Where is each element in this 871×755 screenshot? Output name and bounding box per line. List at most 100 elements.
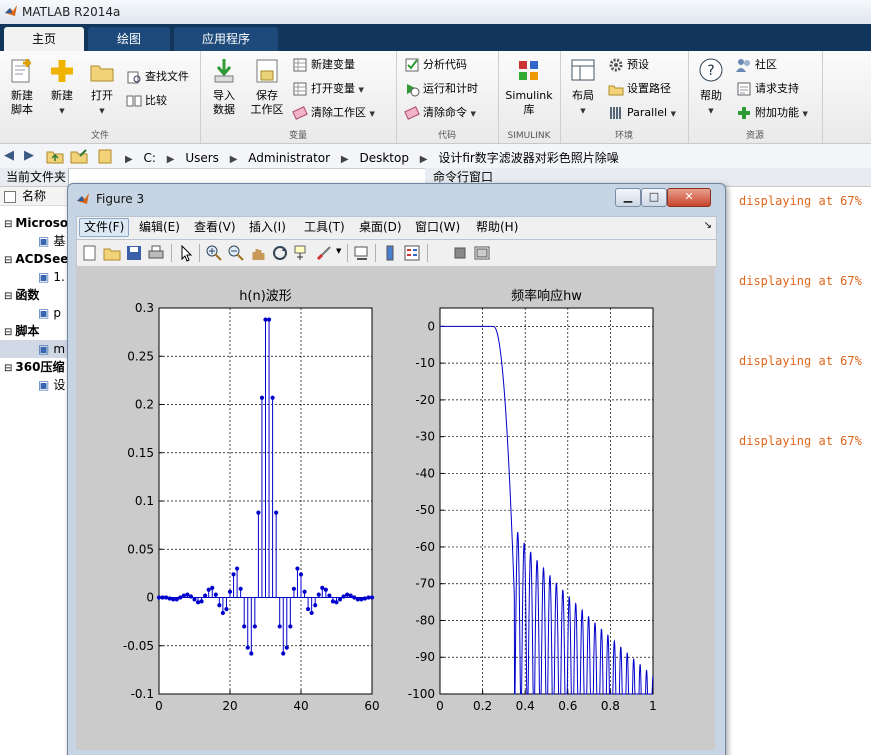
open-variable-arrow-icon[interactable]: ▼	[359, 86, 364, 94]
breadcrumb[interactable]: ▶ C: ▶ Users ▶ Administrator ▶ Desktop ▶…	[118, 149, 619, 166]
help-dropdown-arrow-icon[interactable]: ▼	[708, 107, 713, 115]
new-dropdown-arrow-icon[interactable]: ▼	[59, 107, 64, 115]
tab-home[interactable]: 主页	[4, 27, 84, 51]
layout-dropdown-arrow-icon[interactable]: ▼	[580, 107, 585, 115]
browse-folder-icon[interactable]	[70, 148, 88, 164]
file-list-item[interactable]: ▣ 设	[0, 376, 68, 394]
menu-insert[interactable]: 插入(I)	[245, 219, 290, 236]
show-plot-tools-icon[interactable]	[473, 244, 491, 262]
maximize-button[interactable]: □	[641, 188, 667, 207]
analyze-code-button[interactable]: 分析代码	[404, 55, 467, 75]
clear-workspace-button[interactable]: 清除工作区 ▼	[292, 103, 375, 123]
tab-plots[interactable]: 绘图	[88, 27, 170, 51]
request-support-button[interactable]: 请求支持	[736, 79, 799, 99]
dock-arrow-icon[interactable]: ↘	[704, 220, 712, 231]
data-cursor-icon[interactable]	[293, 244, 311, 262]
find-files-button[interactable]: 查找文件	[126, 67, 189, 87]
new-variable-button[interactable]: 新建变量	[292, 55, 355, 75]
checkbox-icon[interactable]	[4, 190, 16, 203]
parallel-button[interactable]: Parallel ▼	[608, 103, 676, 123]
parallel-arrow-icon[interactable]: ▼	[671, 110, 676, 118]
new-script-label: 新建 脚本	[11, 89, 33, 116]
new-plus-icon	[51, 60, 73, 82]
open-dropdown-arrow-icon[interactable]: ▼	[99, 107, 104, 115]
zoom-in-icon[interactable]	[205, 244, 223, 262]
file-list-item[interactable]: ▣ 1.	[0, 268, 68, 286]
file-list-item[interactable]: ▣ p	[0, 304, 68, 322]
brush-icon[interactable]	[315, 244, 333, 262]
folder-group-header[interactable]: ⊟ 脚本	[0, 322, 68, 340]
new-figure-icon[interactable]	[81, 244, 99, 262]
simulink-library-button[interactable]: Simulink 库	[502, 57, 556, 117]
menu-desktop[interactable]: 桌面(D)	[355, 219, 406, 236]
minimize-button[interactable]: ▁	[615, 188, 641, 207]
collapse-icon[interactable]: ⊟	[4, 219, 12, 230]
import-data-label: 导入 数据	[213, 89, 235, 116]
clear-commands-arrow-icon[interactable]: ▼	[471, 110, 476, 118]
folder-group-header[interactable]: ⊟ 360压缩	[0, 358, 68, 376]
brush-dropdown-arrow-icon[interactable]: ▼	[336, 247, 341, 255]
print-icon[interactable]	[147, 244, 165, 262]
breadcrumb-item[interactable]: C:	[144, 151, 156, 165]
rotate-3d-icon[interactable]	[271, 244, 289, 262]
pointer-icon[interactable]	[177, 244, 195, 262]
name-column-header[interactable]: 名称	[0, 187, 68, 206]
preferences-button[interactable]: 预设	[608, 55, 649, 75]
file-list-item[interactable]: ▣ 基	[0, 232, 68, 250]
clear-workspace-arrow-icon[interactable]: ▼	[370, 110, 375, 118]
menu-view[interactable]: 查看(V)	[190, 219, 240, 236]
pan-hand-icon[interactable]	[249, 244, 267, 262]
clear-commands-button[interactable]: 清除命令 ▼	[404, 103, 476, 123]
menu-edit[interactable]: 编辑(E)	[135, 219, 184, 236]
file-list-item[interactable]: ▣ m	[0, 340, 68, 358]
colorbar-icon[interactable]	[381, 244, 399, 262]
open-file-icon[interactable]	[103, 244, 121, 262]
file-icon: ▣	[38, 234, 50, 248]
up-folder-icon[interactable]	[46, 148, 64, 164]
collapse-icon[interactable]: ⊟	[4, 291, 12, 302]
save-icon[interactable]	[125, 244, 143, 262]
figure-canvas[interactable]: 0 20 40 60 -0.1 -0.05 0 0.05 0.1 0.15 0.2 0.25 0.3 h(…	[76, 267, 715, 750]
back-arrow-icon[interactable]: ◀	[4, 148, 14, 163]
compare-button[interactable]: 比较	[126, 91, 167, 111]
open-variable-button[interactable]: 打开变量 ▼	[292, 79, 364, 99]
menu-help[interactable]: 帮助(H)	[472, 219, 522, 236]
help-button[interactable]: ? 帮助 ▼	[694, 57, 728, 118]
new-script-button[interactable]: 新建 脚本	[4, 57, 40, 117]
menu-window[interactable]: 窗口(W)	[411, 219, 464, 236]
figure-title-bar[interactable]: Figure 3 ▁ □ ✕	[68, 184, 725, 212]
legend-icon[interactable]	[403, 244, 421, 262]
save-workspace-button[interactable]: 保存 工作区	[246, 57, 288, 117]
link-plot-icon[interactable]	[353, 244, 371, 262]
tab-apps[interactable]: 应用程序	[174, 27, 278, 51]
collapse-icon[interactable]: ⊟	[4, 327, 12, 338]
breadcrumb-item[interactable]: Users	[185, 151, 219, 165]
hide-plot-tools-icon[interactable]	[451, 244, 469, 262]
run-and-time-button[interactable]: 运行和计时	[404, 79, 478, 99]
forward-arrow-icon[interactable]: ▶	[24, 148, 34, 163]
community-button[interactable]: 社区	[736, 55, 777, 75]
zoom-out-icon[interactable]	[227, 244, 245, 262]
open-button[interactable]: 打开 ▼	[84, 57, 120, 118]
set-path-button[interactable]: 设置路径	[608, 79, 671, 99]
figure-window[interactable]: Figure 3 ▁ □ ✕ 文件(F) 编辑(E) 查看(V) 插入(I) 工…	[67, 183, 726, 755]
add-ons-button[interactable]: 附加功能 ▼	[736, 103, 808, 123]
current-folder-header: 当前文件夹	[0, 168, 68, 187]
add-ons-arrow-icon[interactable]: ▼	[803, 110, 808, 118]
import-data-button[interactable]: 导入 数据	[204, 57, 244, 117]
close-button[interactable]: ✕	[667, 188, 711, 207]
stem-marker	[238, 586, 243, 591]
collapse-icon[interactable]: ⊟	[4, 255, 12, 266]
layout-button[interactable]: 布局 ▼	[564, 57, 602, 118]
breadcrumb-item[interactable]: Administrator	[248, 151, 330, 165]
figure-axes-svg[interactable]: 0 20 40 60 -0.1 -0.05 0 0.05 0.1 0.15 0.2 0.25 0.3 h(…	[76, 267, 715, 750]
breadcrumb-item[interactable]: 设计fir数字滤波器对彩色照片除噪	[438, 151, 619, 165]
folder-group-header[interactable]: ⊟ Microso	[0, 214, 68, 232]
breadcrumb-item[interactable]: Desktop	[359, 151, 409, 165]
new-button[interactable]: 新建 ▼	[44, 57, 80, 118]
folder-group-header[interactable]: ⊟ 函数	[0, 286, 68, 304]
menu-file[interactable]: 文件(F)	[79, 218, 130, 237]
folder-group-header[interactable]: ⊟ ACDSee	[0, 250, 68, 268]
menu-tools[interactable]: 工具(T)	[300, 219, 349, 236]
collapse-icon[interactable]: ⊟	[4, 363, 12, 374]
